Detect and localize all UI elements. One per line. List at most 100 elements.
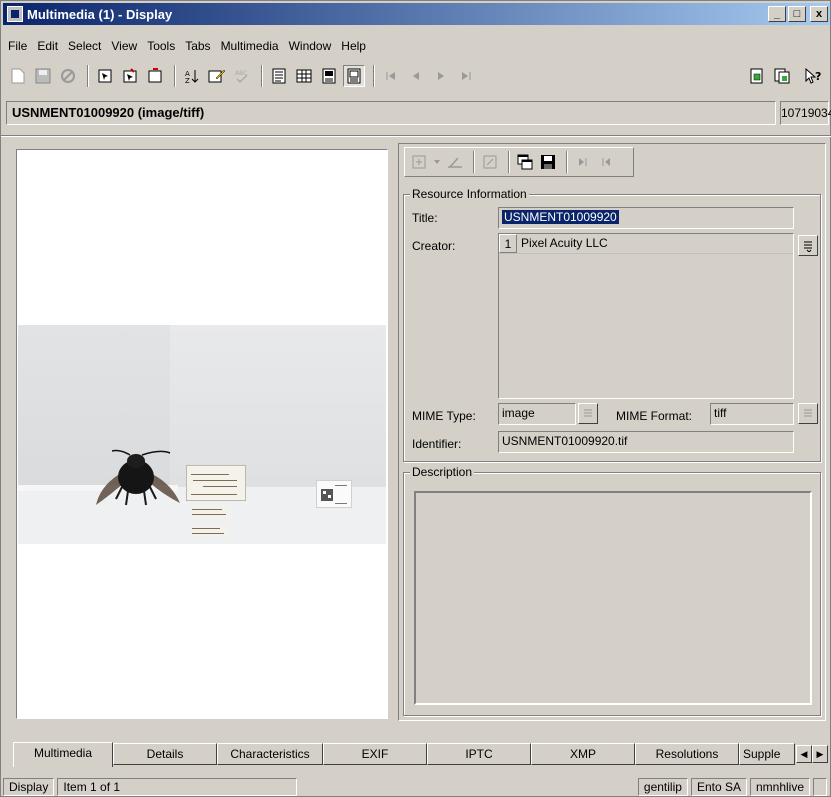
tab-scroll-right-icon[interactable]: ▶ — [812, 745, 828, 763]
window-title: Multimedia (1) - Display — [27, 6, 173, 22]
record-id: 10719034 — [780, 101, 831, 125]
creator-label: Creator: — [412, 239, 456, 253]
toolbar-separator — [261, 65, 263, 87]
tab-supplementary[interactable]: Supple — [739, 743, 795, 765]
mime-type-value: image — [502, 406, 535, 420]
mime-format-field[interactable]: tiff — [710, 403, 794, 425]
menu-edit[interactable]: Edit — [32, 39, 63, 53]
tab-xmp[interactable]: XMP — [531, 743, 635, 765]
tab-resolutions[interactable]: Resolutions — [635, 743, 739, 765]
identifier-field[interactable]: USNMENT01009920.tif — [498, 431, 794, 453]
status-mode: Display — [3, 778, 55, 796]
maximize-button[interactable]: □ — [788, 6, 806, 22]
svg-text:Z: Z — [185, 77, 190, 84]
resource-info-group: Resource Information Title: USNMENT01009… — [403, 187, 821, 462]
tab-iptc[interactable]: IPTC — [427, 743, 531, 765]
status-server: nmnhlive — [749, 778, 810, 796]
copy-attach-icon[interactable] — [771, 65, 793, 87]
prev-record-icon[interactable] — [405, 65, 427, 87]
image-preview[interactable] — [16, 149, 388, 719]
new-icon[interactable] — [7, 65, 29, 87]
cancel-icon[interactable] — [57, 65, 79, 87]
select-add-icon[interactable] — [119, 65, 141, 87]
spellcheck-icon[interactable]: ABC — [231, 65, 253, 87]
menu-file[interactable]: File — [3, 39, 32, 53]
status-dept: Ento SA — [690, 778, 747, 796]
title-value: USNMENT01009920 — [502, 210, 619, 224]
creator-index: 1 — [499, 234, 517, 253]
menu-help[interactable]: Help — [336, 39, 371, 53]
mime-format-label: MIME Format: — [616, 409, 693, 423]
menu-window[interactable]: Window — [284, 39, 337, 53]
multimedia-window: Multimedia (1) - Display _ □ x File Edit… — [0, 0, 831, 797]
toolbar-separator — [566, 151, 568, 173]
main-toolbar: AZ ABC ? — [7, 61, 827, 91]
scan-icon[interactable] — [445, 151, 465, 173]
resource-panel: Resource Information Title: USNMENT01009… — [398, 143, 826, 721]
resize-grip-icon[interactable] — [813, 778, 827, 796]
next-record-icon[interactable] — [430, 65, 452, 87]
mime-type-lookup-button[interactable] — [578, 403, 598, 424]
specimen-label — [186, 465, 246, 501]
tab-exif[interactable]: EXIF — [323, 743, 427, 765]
bee-specimen — [96, 449, 180, 506]
minimize-button[interactable]: _ — [768, 6, 786, 22]
description-legend: Description — [410, 465, 475, 479]
open-window-icon[interactable] — [515, 151, 535, 173]
menu-multimedia[interactable]: Multimedia — [216, 39, 284, 53]
toolbar-separator — [87, 65, 89, 87]
status-bar: Display Item 1 of 1 gentilip Ento SA nmn… — [1, 777, 831, 797]
tab-multimedia[interactable]: Multimedia — [13, 742, 113, 767]
rewind-icon[interactable] — [596, 151, 616, 173]
view-list-icon[interactable] — [293, 65, 315, 87]
lookup-icon — [584, 409, 592, 416]
tab-details[interactable]: Details — [113, 743, 217, 765]
description-field[interactable] — [414, 491, 812, 705]
close-button[interactable]: x — [810, 6, 828, 22]
title-bar[interactable]: Multimedia (1) - Display _ □ x — [3, 3, 830, 25]
view-display-icon[interactable] — [343, 65, 365, 87]
menu-tabs[interactable]: Tabs — [180, 39, 215, 53]
creator-value: Pixel Acuity LLC — [521, 236, 608, 250]
view-page-icon[interactable] — [318, 65, 340, 87]
toolbar-separator — [508, 151, 510, 173]
edit-image-icon[interactable] — [480, 151, 500, 173]
save-image-icon[interactable] — [538, 151, 558, 173]
toolbar-separator — [373, 65, 375, 87]
status-item: Item 1 of 1 — [57, 778, 298, 796]
description-group: Description — [403, 465, 821, 716]
view-details-icon[interactable] — [268, 65, 290, 87]
play-icon[interactable] — [573, 151, 593, 173]
last-record-icon[interactable] — [455, 65, 477, 87]
status-user: gentilip — [637, 778, 688, 796]
record-heading: USNMENT01009920 (image/tiff) — [6, 101, 776, 125]
menu-tools[interactable]: Tools — [142, 39, 180, 53]
help-icon[interactable]: ? — [802, 65, 824, 87]
mime-format-value: tiff — [714, 406, 727, 420]
tab-scroller: ◀ ▶ — [796, 745, 828, 763]
tab-scroll-left-icon[interactable]: ◀ — [796, 745, 812, 763]
creator-list[interactable]: 1 Pixel Acuity LLC — [498, 233, 794, 399]
divider — [1, 135, 831, 137]
save-icon[interactable] — [32, 65, 54, 87]
mime-format-lookup-button[interactable] — [798, 403, 818, 424]
add-image-icon[interactable] — [409, 151, 429, 173]
creator-row[interactable]: 1 Pixel Acuity LLC — [499, 234, 793, 254]
select-remove-icon[interactable] — [144, 65, 166, 87]
first-record-icon[interactable] — [380, 65, 402, 87]
sort-icon[interactable]: AZ — [181, 65, 203, 87]
title-label: Title: — [412, 211, 438, 225]
menu-select[interactable]: Select — [63, 39, 106, 53]
creator-lookup-button[interactable] — [798, 235, 818, 256]
collector-label — [190, 525, 228, 537]
dropdown-arrow-icon[interactable] — [432, 151, 442, 173]
image-toolbar — [404, 147, 634, 177]
attach-icon[interactable] — [746, 65, 768, 87]
menu-view[interactable]: View — [106, 39, 142, 53]
title-field[interactable]: USNMENT01009920 — [498, 207, 794, 229]
tab-characteristics[interactable]: Characteristics — [217, 743, 323, 765]
edit-icon[interactable] — [206, 65, 228, 87]
app-icon — [7, 6, 23, 22]
select-record-icon[interactable] — [94, 65, 116, 87]
mime-type-field[interactable]: image — [498, 403, 576, 425]
